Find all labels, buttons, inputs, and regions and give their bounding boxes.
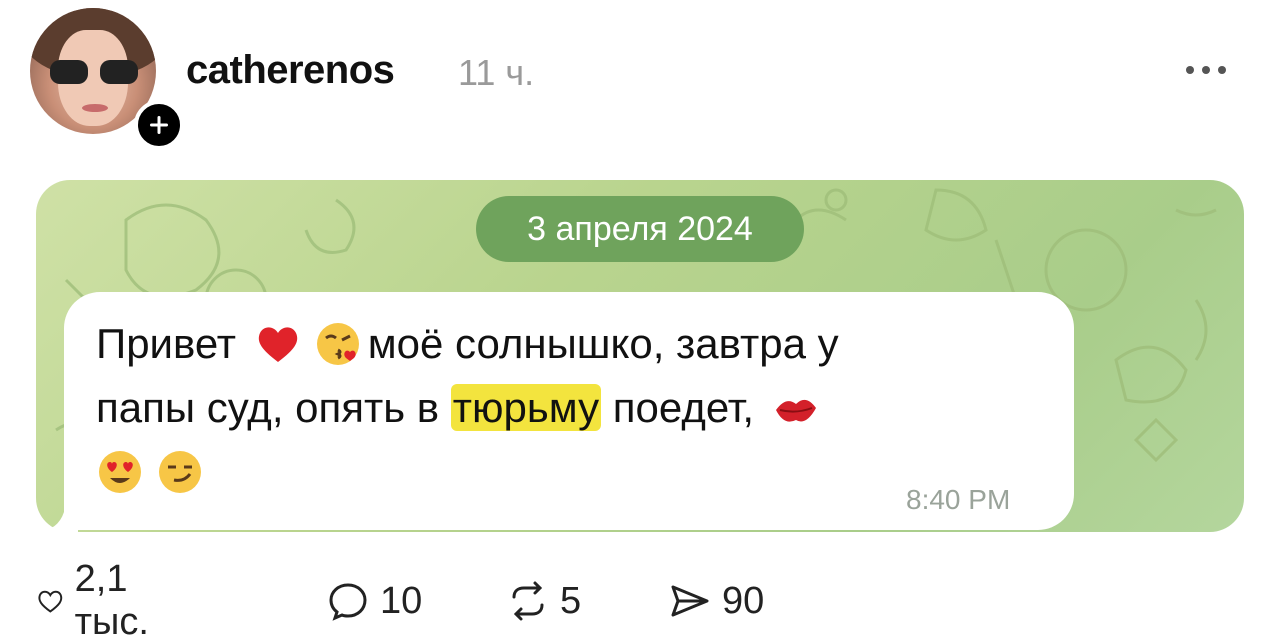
repost-button[interactable]: 5 (506, 576, 581, 626)
comments-count: 10 (380, 579, 423, 622)
date-badge: 3 апреля 2024 (476, 196, 804, 262)
comment-icon (329, 583, 367, 621)
highlighted-word: тюрьму (450, 384, 602, 431)
follow-plus-button[interactable] (134, 100, 184, 150)
dot-icon (1202, 66, 1210, 74)
message-text: Привет моё солнышко, завтра у папы суд, … (96, 312, 1056, 504)
send-icon (671, 585, 709, 617)
plus-icon (150, 116, 168, 134)
red-heart-icon (254, 320, 302, 368)
heart-eyes-face-icon (96, 448, 144, 496)
repost-icon (512, 581, 544, 621)
shares-count: 90 (722, 579, 765, 622)
message-part-1: Привет (96, 320, 237, 367)
smirking-face-icon (156, 448, 204, 496)
message-part-4: поедет, (612, 384, 755, 431)
reposts-count: 5 (560, 579, 582, 622)
post-time: 11 ч. (458, 52, 535, 93)
message-part-3: папы суд, опять в (96, 384, 440, 431)
share-button[interactable]: 90 (668, 576, 764, 626)
kiss-mark-icon (772, 384, 820, 432)
dot-icon (1218, 66, 1226, 74)
heart-icon (38, 590, 63, 613)
kissing-face-icon (314, 320, 362, 368)
more-options-button[interactable] (1186, 66, 1236, 80)
message-time: 8:40 PM (906, 484, 1011, 515)
comment-button[interactable]: 10 (326, 576, 422, 626)
like-button[interactable]: 2,1 тыс. (36, 558, 164, 643)
avatar[interactable] (30, 8, 184, 150)
dot-icon (1186, 66, 1194, 74)
likes-count: 2,1 тыс. (74, 558, 149, 643)
username[interactable]: catherenos (186, 48, 395, 93)
message-part-2: моё солнышко, завтра у (367, 320, 839, 367)
